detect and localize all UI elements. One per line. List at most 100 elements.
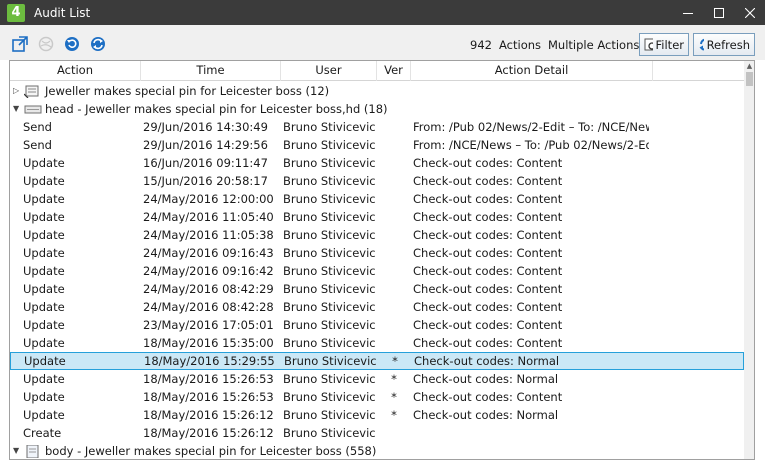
cell-user: Bruno Stivicevic — [283, 138, 375, 152]
cell-detail: Check-out codes: Content — [413, 228, 563, 242]
table-row[interactable]: Send 29/Jun/2016 14:30:49 Bruno Stivicevic… — [10, 118, 744, 136]
table-row[interactable]: Update 18/May/2016 15:26:53 Bruno Stivicev… — [10, 388, 744, 406]
column-time[interactable]: Time — [141, 61, 281, 81]
cell-user: Bruno Stivicevic — [283, 156, 375, 170]
minimize-icon — [682, 12, 693, 14]
cell-time: 24/May/2016 09:16:43 — [143, 246, 274, 260]
cell-user: Bruno Stivicevic — [283, 228, 375, 242]
cell-action: Update — [23, 390, 65, 404]
cell-user: Bruno Stivicevic — [283, 264, 375, 278]
cell-user: Bruno Stivicevic — [283, 300, 375, 314]
table-row[interactable]: Update 24/May/2016 09:16:43 Bruno Stivicev… — [10, 244, 744, 262]
table-row[interactable]: Update 18/May/2016 15:35:00 Bruno Stivicev… — [10, 334, 744, 352]
cell-detail: Check-out codes: Content — [413, 246, 563, 260]
cell-user: Bruno Stivicevic — [283, 426, 375, 440]
cell-action: Update — [24, 354, 66, 368]
table-row[interactable]: Update 24/May/2016 09:16:42 Bruno Stivicev… — [10, 262, 744, 280]
close-button[interactable] — [734, 0, 765, 25]
disabled-globe-button[interactable] — [37, 35, 55, 53]
table-row[interactable]: Update 15/Jun/2016 20:58:17 Bruno Stivicev… — [10, 172, 744, 190]
cell-time: 18/May/2016 15:26:53 — [143, 372, 274, 386]
cell-detail: Check-out codes: Content — [413, 156, 563, 170]
cell-user: Bruno Stivicevic — [283, 372, 375, 386]
column-action-detail[interactable]: Action Detail — [411, 61, 653, 81]
cell-ver: * — [391, 408, 397, 422]
audit-grid[interactable]: Action Time User Ver Action Detail ▷ Jew… — [9, 60, 755, 460]
cell-time: 15/Jun/2016 20:58:17 — [143, 174, 268, 188]
cell-action: Update — [23, 318, 65, 332]
scroll-thumb[interactable] — [746, 72, 753, 86]
refresh-button[interactable]: Refresh — [693, 33, 755, 56]
cell-time: 24/May/2016 09:16:42 — [143, 264, 274, 278]
cell-detail: Check-out codes: Content — [413, 336, 563, 350]
title-bar: 4 Audit List — [0, 0, 765, 25]
open-external-button[interactable] — [11, 35, 29, 53]
cell-detail: Check-out codes: Content — [413, 318, 563, 332]
filter-icon — [644, 38, 653, 50]
action-count: 942 — [470, 38, 492, 52]
table-row[interactable]: Update 18/May/2016 15:29:55 Bruno Stivicev… — [10, 352, 744, 370]
cell-action: Send — [23, 120, 52, 134]
cell-action: Update — [23, 282, 65, 296]
table-row[interactable]: Update 24/May/2016 08:42:28 Bruno Stivicev… — [10, 298, 744, 316]
column-ver[interactable]: Ver — [377, 61, 411, 81]
cell-detail: From: /NCE/News – To: /Pub 02/News/2-Edi… — [413, 138, 649, 152]
cell-time: 23/May/2016 17:05:01 — [143, 318, 274, 332]
cell-ver: * — [391, 372, 397, 386]
table-row[interactable]: Update 24/May/2016 11:05:40 Bruno Stivicev… — [10, 208, 744, 226]
table-row[interactable]: Update 24/May/2016 11:05:38 Bruno Stivicev… — [10, 226, 744, 244]
cell-user: Bruno Stivicevic — [283, 246, 375, 260]
cell-user: Bruno Stivicevic — [283, 120, 375, 134]
column-action[interactable]: Action — [10, 61, 141, 81]
minimize-button[interactable] — [672, 0, 703, 25]
cell-time: 16/Jun/2016 09:11:47 — [143, 156, 268, 170]
table-row[interactable]: Update 18/May/2016 15:26:53 Bruno Stivicev… — [10, 370, 744, 388]
cell-time: 24/May/2016 11:05:38 — [143, 228, 274, 242]
collapse-arrow-icon[interactable]: ▼ — [13, 100, 23, 118]
undo-button[interactable] — [63, 35, 81, 53]
undo-icon — [65, 37, 79, 51]
cell-detail: Check-out codes: Content — [413, 282, 563, 296]
table-row[interactable]: Update 16/Jun/2016 09:11:47 Bruno Stivicev… — [10, 154, 744, 172]
app-4-icon: 4 — [7, 3, 25, 22]
cell-action: Update — [23, 246, 65, 260]
scroll-up-arrow-icon[interactable]: ▲ — [744, 61, 754, 71]
cell-detail: Check-out codes: Content — [413, 174, 563, 188]
table-row[interactable]: Update 24/May/2016 08:42:29 Bruno Stivicev… — [10, 280, 744, 298]
filter-button[interactable]: Filter — [639, 33, 689, 56]
cell-detail: Check-out codes: Normal — [414, 354, 560, 368]
column-user[interactable]: User — [281, 61, 377, 81]
toolbar: 942 Actions Multiple Actions Filter Refr… — [0, 25, 765, 60]
maximize-button[interactable] — [703, 0, 734, 25]
story-icon — [24, 85, 39, 98]
cell-time: 18/May/2016 15:26:12 — [143, 408, 274, 422]
cell-action: Update — [23, 336, 65, 350]
group-row[interactable]: ▼ body - Jeweller makes special pin for … — [10, 442, 744, 459]
vertical-scrollbar[interactable]: ▲ — [744, 61, 754, 459]
collapse-arrow-icon[interactable]: ▼ — [13, 442, 23, 459]
expand-arrow-icon[interactable]: ▷ — [13, 82, 23, 100]
cell-time: 24/May/2016 08:42:28 — [143, 300, 274, 314]
cell-detail: From: /Pub 02/News/2-Edit – To: /NCE/New… — [413, 120, 649, 134]
table-row[interactable]: Create 18/May/2016 15:26:12 Bruno Stivicev… — [10, 424, 744, 442]
table-row[interactable]: Update 23/May/2016 17:05:01 Bruno Stivicev… — [10, 316, 744, 334]
group-row[interactable]: ▼ head - Jeweller makes special pin for … — [10, 100, 744, 118]
cell-action: Update — [23, 192, 65, 206]
table-row[interactable]: Update 24/May/2016 12:00:00 Bruno Stivicev… — [10, 190, 744, 208]
sync-button[interactable] — [89, 35, 107, 53]
refresh-icon — [699, 39, 704, 51]
cell-user: Bruno Stivicevic — [283, 210, 375, 224]
cell-user: Bruno Stivicevic — [283, 192, 375, 206]
table-row[interactable]: Update 18/May/2016 15:26:12 Bruno Stivicev… — [10, 406, 744, 424]
cell-action: Update — [23, 372, 65, 386]
cell-user: Bruno Stivicevic — [284, 354, 376, 368]
group-row[interactable]: ▷ Jeweller makes special pin for Leicest… — [10, 82, 744, 100]
column-header: Action Time User Ver Action Detail — [10, 61, 744, 81]
cell-action: Update — [23, 210, 65, 224]
cell-time: 18/May/2016 15:26:53 — [143, 390, 274, 404]
cell-detail: Check-out codes: Content — [413, 210, 563, 224]
group-label: head - Jeweller makes special pin for Le… — [45, 102, 388, 116]
disabled-globe-icon — [38, 36, 54, 52]
table-row[interactable]: Send 29/Jun/2016 14:29:56 Bruno Stivicevic… — [10, 136, 744, 154]
cell-time: 18/May/2016 15:35:00 — [143, 336, 274, 350]
